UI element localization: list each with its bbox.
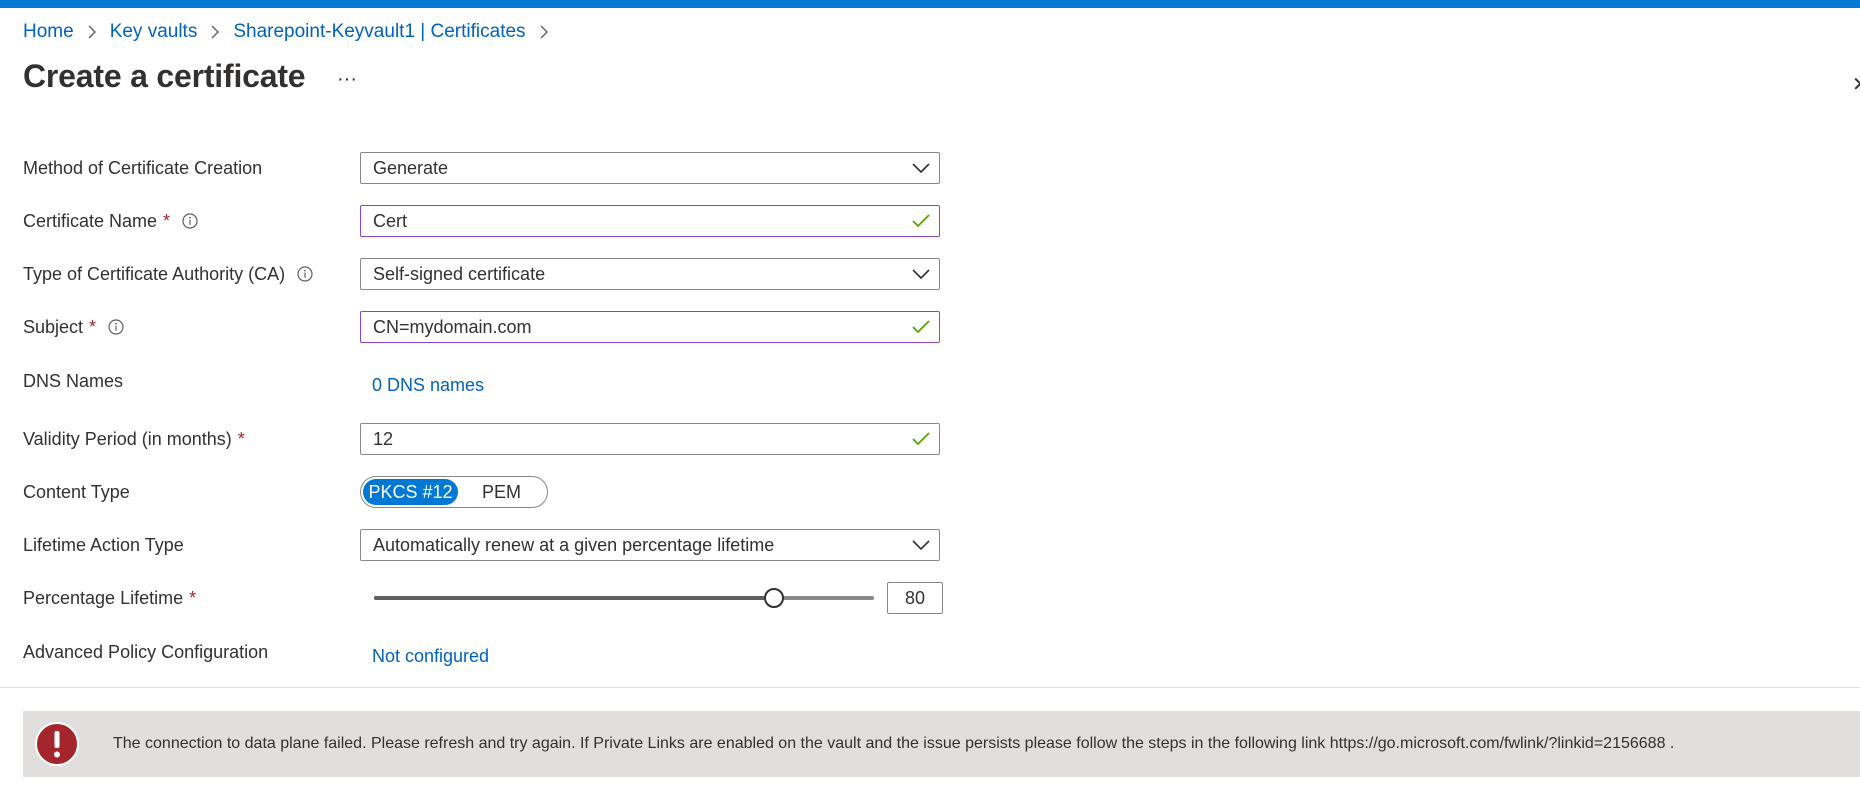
toggle-option-pkcs12[interactable]: PKCS #12 bbox=[363, 479, 458, 505]
subject-label: Subject * bbox=[23, 311, 124, 343]
lifetime-action-value: Automatically renew at a given percentag… bbox=[373, 534, 775, 555]
error-icon bbox=[34, 721, 80, 767]
validity-row: Validity Period (in months) * bbox=[0, 423, 960, 455]
lifetime-action-row: Lifetime Action Type Automatically renew… bbox=[0, 529, 960, 561]
more-options-button[interactable]: ··· bbox=[330, 62, 364, 96]
advanced-label: Advanced Policy Configuration bbox=[23, 641, 269, 662]
subject-row: Subject * bbox=[0, 311, 960, 343]
ca-type-label: Type of Certificate Authority (CA) bbox=[23, 258, 313, 290]
ca-type-value: Self-signed certificate bbox=[373, 263, 546, 284]
method-row: Method of Certificate Creation Generate bbox=[0, 152, 960, 184]
divider bbox=[0, 687, 1860, 688]
slider-fill bbox=[374, 596, 774, 600]
toggle-option-pem[interactable]: PEM bbox=[458, 479, 545, 505]
info-icon[interactable] bbox=[297, 266, 313, 282]
slider-thumb[interactable] bbox=[764, 588, 784, 608]
dns-names-link[interactable]: 0 DNS names bbox=[372, 369, 484, 401]
validity-label: Validity Period (in months) * bbox=[23, 428, 245, 449]
breadcrumb-key-vaults[interactable]: Key vaults bbox=[110, 21, 198, 43]
percentage-value-input[interactable]: 80 bbox=[887, 582, 943, 614]
required-marker: * bbox=[237, 428, 245, 449]
required-marker: * bbox=[163, 210, 171, 231]
error-banner: The connection to data plane failed. Ple… bbox=[23, 711, 1860, 777]
validity-field[interactable] bbox=[361, 424, 903, 454]
cert-name-input[interactable] bbox=[360, 205, 940, 237]
top-accent-bar bbox=[0, 0, 1860, 8]
chevron-down-icon bbox=[903, 269, 939, 279]
method-label: Method of Certificate Creation bbox=[23, 157, 263, 178]
chevron-down-icon bbox=[903, 540, 939, 550]
error-message: The connection to data plane failed. Ple… bbox=[113, 735, 1675, 752]
checkmark-icon bbox=[903, 432, 939, 446]
method-value: Generate bbox=[373, 157, 449, 178]
chevron-right-icon bbox=[82, 21, 102, 43]
checkmark-icon bbox=[903, 320, 939, 334]
dns-row: DNS Names 0 DNS names bbox=[0, 365, 960, 397]
chevron-down-icon bbox=[903, 163, 939, 173]
percentage-row: Percentage Lifetime * 80 bbox=[0, 582, 960, 614]
chevron-right-icon bbox=[534, 21, 554, 43]
required-marker: * bbox=[89, 316, 97, 337]
info-icon[interactable] bbox=[108, 319, 124, 335]
lifetime-action-dropdown[interactable]: Automatically renew at a given percentag… bbox=[360, 529, 940, 561]
dns-label: DNS Names bbox=[23, 370, 124, 391]
percentage-slider[interactable] bbox=[374, 582, 874, 614]
method-dropdown[interactable]: Generate bbox=[360, 152, 940, 184]
breadcrumb: Home Key vaults Sharepoint-Keyvault1 | C… bbox=[23, 20, 562, 44]
lifetime-action-label: Lifetime Action Type bbox=[23, 534, 184, 555]
chevron-right-icon bbox=[205, 21, 225, 43]
percentage-label: Percentage Lifetime * bbox=[23, 587, 197, 608]
content-type-label: Content Type bbox=[23, 481, 130, 502]
cert-name-label: Certificate Name * bbox=[23, 205, 198, 237]
subject-field[interactable] bbox=[361, 312, 903, 342]
breadcrumb-certificates[interactable]: Sharepoint-Keyvault1 | Certificates bbox=[233, 21, 525, 43]
advanced-config-link[interactable]: Not configured bbox=[372, 640, 489, 672]
breadcrumb-home[interactable]: Home bbox=[23, 21, 74, 43]
validity-input[interactable] bbox=[360, 423, 940, 455]
checkmark-icon bbox=[903, 214, 939, 228]
close-icon[interactable]: ✕ bbox=[1852, 72, 1860, 97]
subject-input[interactable] bbox=[360, 311, 940, 343]
content-type-row: Content Type PKCS #12 PEM bbox=[0, 476, 960, 508]
ca-type-dropdown[interactable]: Self-signed certificate bbox=[360, 258, 940, 290]
page-title: Create a certificate bbox=[23, 58, 306, 94]
ca-type-row: Type of Certificate Authority (CA) Self-… bbox=[0, 258, 960, 290]
advanced-row: Advanced Policy Configuration Not config… bbox=[0, 636, 960, 668]
required-marker: * bbox=[189, 587, 197, 608]
cert-name-row: Certificate Name * bbox=[0, 205, 960, 237]
info-icon[interactable] bbox=[182, 213, 198, 229]
content-type-toggle[interactable]: PKCS #12 PEM bbox=[360, 476, 548, 508]
cert-name-field[interactable] bbox=[361, 206, 903, 236]
